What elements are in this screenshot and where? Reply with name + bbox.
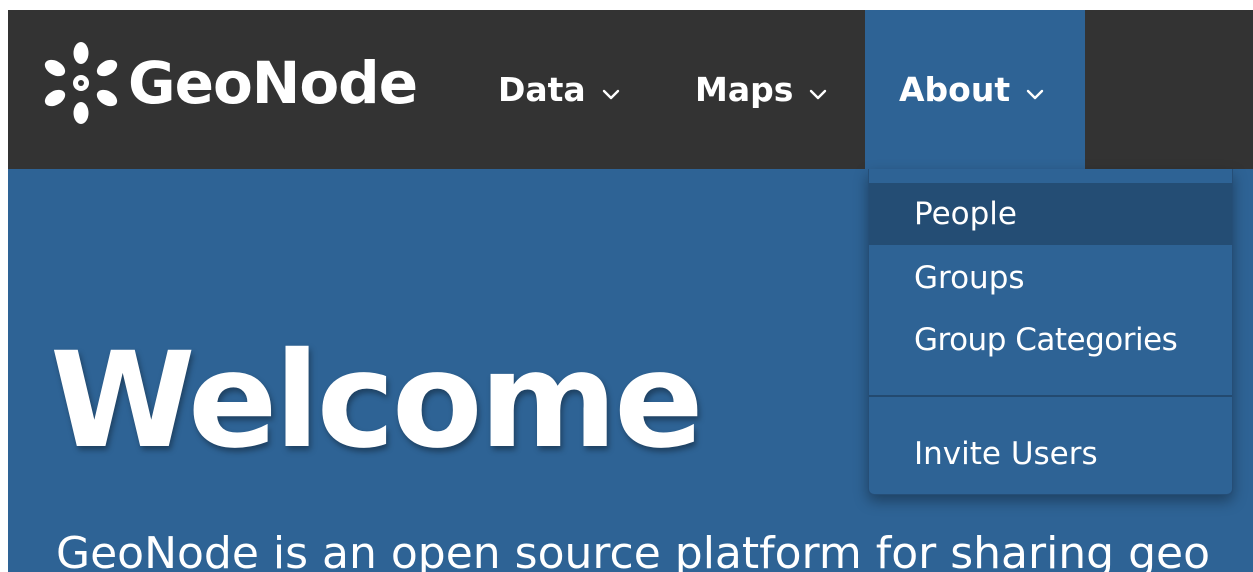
nav-maps-label: Maps <box>695 70 794 109</box>
menu-divider <box>869 395 1232 397</box>
page-frame: GeoNode Data Maps About Welcome GeoNode … <box>8 10 1253 572</box>
menu-item-people[interactable]: People <box>869 183 1232 245</box>
menu-item-group-categories[interactable]: Group Categories <box>869 309 1232 371</box>
chevron-down-icon <box>602 70 620 109</box>
brand-name: GeoNode <box>128 49 418 117</box>
about-dropdown-menu: People Groups Group Categories Invite Us… <box>868 169 1233 495</box>
nav-about-label: About <box>899 70 1011 109</box>
nav-data-dropdown[interactable]: Data <box>498 10 620 169</box>
nav-data-label: Data <box>498 70 586 109</box>
hero-title: Welcome <box>50 324 704 478</box>
geonode-logo-icon <box>40 42 122 124</box>
chevron-down-icon <box>1026 70 1044 109</box>
nav-about-dropdown[interactable]: About <box>865 10 1085 169</box>
brand-link[interactable]: GeoNode <box>40 38 418 128</box>
menu-item-invite-users[interactable]: Invite Users <box>869 423 1232 485</box>
menu-item-groups[interactable]: Groups <box>869 247 1232 309</box>
top-navbar: GeoNode Data Maps About <box>8 10 1253 169</box>
nav-maps-dropdown[interactable]: Maps <box>695 10 827 169</box>
hero-subtitle: GeoNode is an open source platform for s… <box>56 528 1211 572</box>
chevron-down-icon <box>809 70 827 109</box>
